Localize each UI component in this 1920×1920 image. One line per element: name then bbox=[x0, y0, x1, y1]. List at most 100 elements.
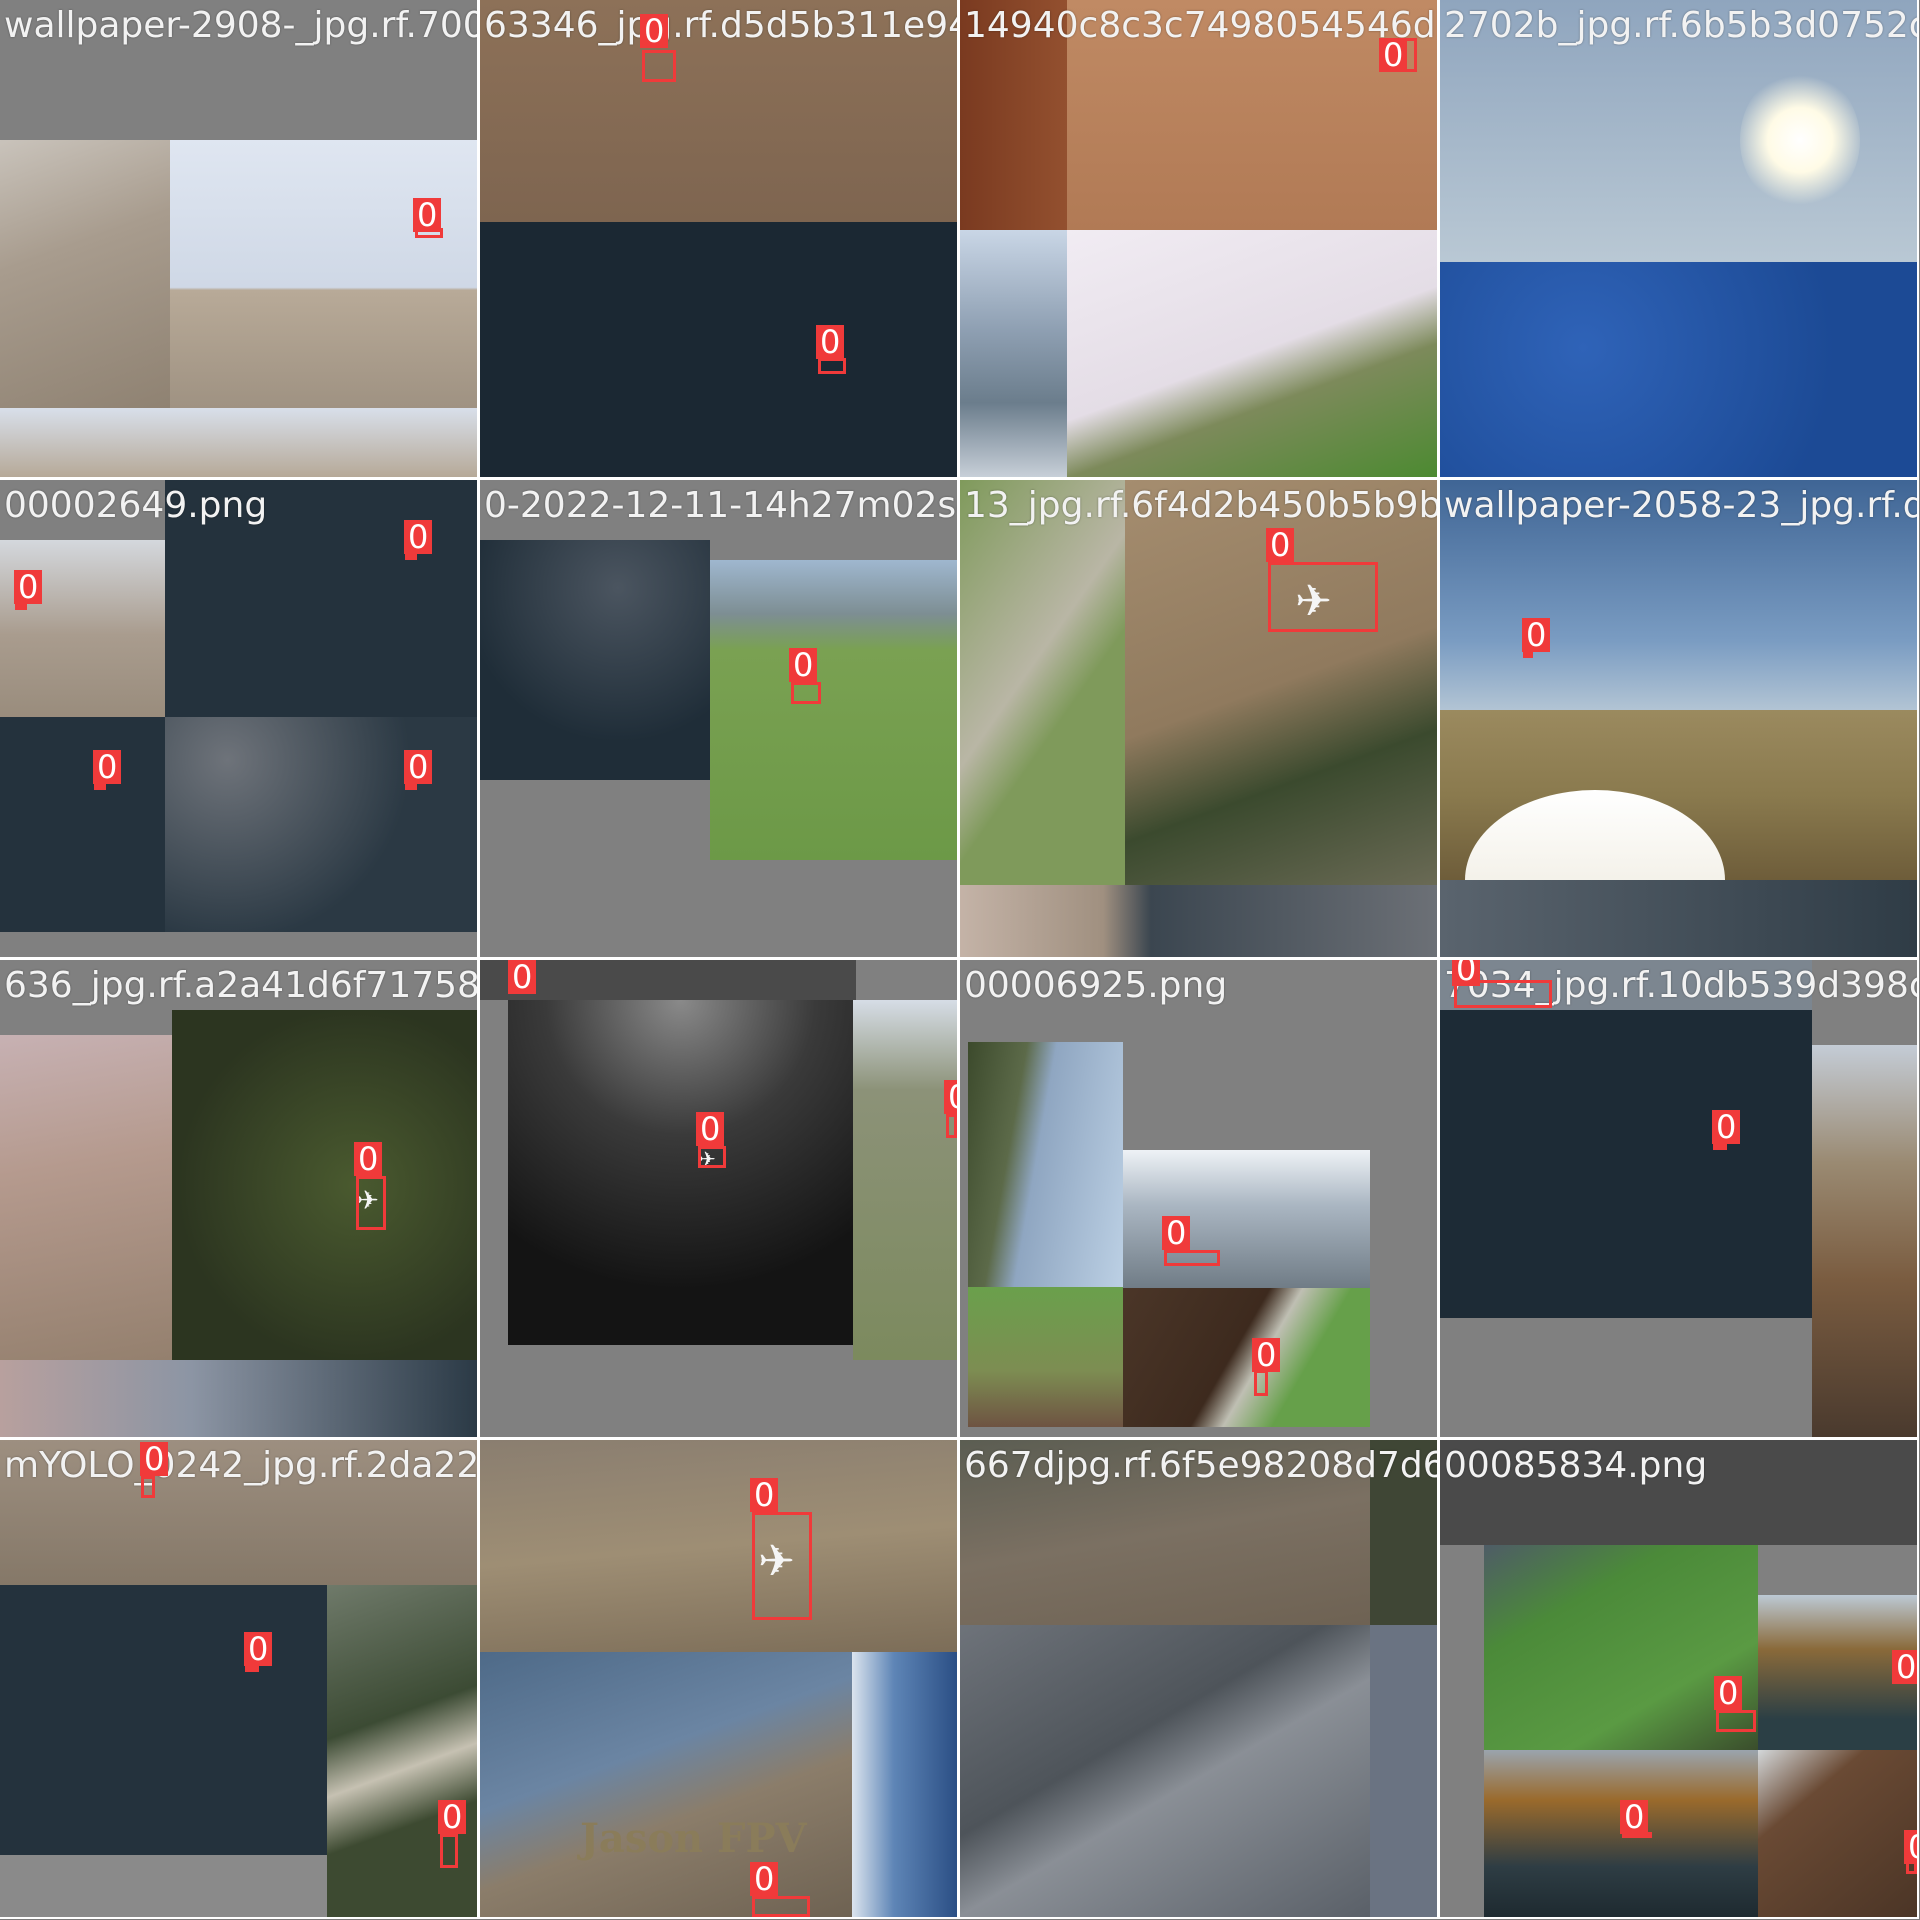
class-label: 0 bbox=[404, 750, 433, 784]
image-region bbox=[0, 408, 477, 477]
image-region bbox=[0, 1585, 327, 1855]
class-label: 0 bbox=[14, 570, 43, 604]
image-region bbox=[1440, 262, 1917, 477]
tile-r2c4: wallpaper-2058-23_jpg.rf.dbe6 0 bbox=[1438, 478, 1919, 959]
tile-r4c1: mYOLO_0242_jpg.rf.2da22d9afc62634950jpg4… bbox=[0, 1438, 479, 1919]
class-label: 0 bbox=[1714, 1676, 1743, 1710]
class-label: 0 bbox=[1892, 1650, 1917, 1684]
class-label: 0 bbox=[354, 1142, 383, 1176]
class-label: 0 bbox=[816, 325, 845, 359]
tile-title: 0-2022-12-11-14h27m02s403 bbox=[484, 485, 957, 526]
bounding-box bbox=[141, 1476, 155, 1498]
tile-r1c1: wallpaper-2908-_jpg.rf.70016834c6a3ca5f5… bbox=[0, 0, 479, 479]
tile-r3c4: 7034_jpg.rf.10db539d398c5 0 0 bbox=[1438, 958, 1919, 1439]
bounding-box bbox=[752, 1512, 812, 1620]
image-region bbox=[0, 1855, 327, 1917]
image-region bbox=[172, 1010, 477, 1360]
tile-r1c4: 2702b_jpg.rf.6b5b3d0752c07fc bbox=[1438, 0, 1919, 479]
bounding-box bbox=[698, 1146, 726, 1168]
image-region bbox=[480, 540, 710, 780]
tile-r3c1: 636_jpg.rf.a2a41d6f7175804f0ac39085da49 … bbox=[0, 958, 479, 1439]
tile-r2c2: 0-2022-12-11-14h27m02s403 0 bbox=[478, 478, 959, 959]
tile-r4c2: mYOLO_0242_jpg.rf.2da22d9afc62634950jpg4… bbox=[478, 1438, 959, 1919]
watermark: Jason FPV bbox=[580, 1815, 807, 1862]
image-region bbox=[853, 1000, 957, 1360]
class-label: 0 bbox=[1620, 1800, 1649, 1834]
mosaic-grid: wallpaper-2908-_jpg.rf.70016834c6a3ca5f5… bbox=[0, 0, 1920, 1920]
tile-title: 14940c8c3c7498054546db3a702a615_d6373d07… bbox=[964, 5, 1437, 46]
image-region bbox=[960, 230, 1067, 477]
class-label: 0 bbox=[696, 1112, 725, 1146]
tile-title: 667djpg.rf.6f5e98208d7d652908584b3c82d5 bbox=[964, 1445, 1437, 1486]
class-label: 0 bbox=[438, 1800, 467, 1834]
class-label: 0 bbox=[944, 1080, 957, 1114]
class-label: 0 bbox=[1452, 960, 1481, 986]
tile-title: 636_jpg.rf.a2a41d6f7175804f0ac39085da49 bbox=[4, 965, 477, 1006]
image-region bbox=[960, 1625, 1370, 1917]
image-region bbox=[1123, 1288, 1370, 1427]
tile-title: 00006925.png bbox=[964, 965, 1228, 1006]
image-region bbox=[1440, 1010, 1812, 1318]
tile-r4c4: 00085834.png 0 0 0 0 bbox=[1438, 1438, 1919, 1919]
image-region bbox=[1123, 1150, 1370, 1288]
class-label: 0 bbox=[413, 198, 442, 232]
bounding-box bbox=[1268, 562, 1378, 632]
bounding-box bbox=[752, 1896, 810, 1917]
image-region bbox=[1812, 1045, 1917, 1437]
class-label: 0 bbox=[140, 1442, 169, 1476]
tile-r1c2: 63346_jpg.rf.d5d5b311e9404d88ee5f0a49 0 … bbox=[478, 0, 959, 479]
image-region bbox=[480, 1440, 957, 1652]
class-label: 0 bbox=[1162, 1216, 1191, 1250]
image-region bbox=[960, 480, 1125, 885]
bounding-box bbox=[946, 1114, 957, 1138]
class-label: 0 bbox=[789, 648, 818, 682]
image-region bbox=[480, 1652, 852, 1917]
image-region bbox=[1758, 1750, 1917, 1917]
class-label: 0 bbox=[93, 750, 122, 784]
class-label: 0 bbox=[1252, 1338, 1281, 1372]
tile-r1c3: 14940c8c3c7498054546db3a702a615_d6373d07… bbox=[958, 0, 1439, 479]
class-label: 0 bbox=[1712, 1110, 1741, 1144]
class-label: 0 bbox=[1266, 528, 1295, 562]
bounding-box bbox=[440, 1834, 458, 1868]
bounding-box bbox=[791, 682, 821, 704]
class-label: 0 bbox=[640, 14, 669, 48]
tile-title: wallpaper-2908-_jpg.rf.70016834c6a3ca5f5… bbox=[4, 5, 477, 46]
bounding-box bbox=[1164, 1250, 1220, 1266]
tile-r2c3: 13_jpg.rf.6f4d2b450b5b9b64a ✈ 0 bbox=[958, 478, 1439, 959]
class-label: 0 bbox=[244, 1632, 273, 1666]
tile-title: 13_jpg.rf.6f4d2b450b5b9b64a bbox=[964, 485, 1437, 526]
image-region bbox=[960, 885, 1437, 957]
image-region bbox=[968, 1042, 1123, 1287]
image-region bbox=[968, 1287, 1123, 1427]
image-region bbox=[0, 140, 170, 408]
bounding-box bbox=[642, 50, 676, 82]
image-region bbox=[0, 717, 165, 932]
image-region bbox=[852, 1652, 957, 1917]
tile-r3c2: 636_jpg.rf.a2a41d6f7175804f0ac39085da49 … bbox=[478, 958, 959, 1439]
tile-r3c3: 00006925.png 0 0 bbox=[958, 958, 1439, 1439]
class-label: 0 bbox=[1379, 38, 1408, 72]
class-label: 0 bbox=[404, 520, 433, 554]
tile-title: wallpaper-2058-23_jpg.rf.dbe6 bbox=[1444, 485, 1917, 526]
image-region bbox=[508, 1000, 853, 1345]
image-region bbox=[480, 960, 856, 1000]
class-label: 0 bbox=[1904, 1830, 1917, 1864]
tile-title: 2702b_jpg.rf.6b5b3d0752c07fc bbox=[1444, 5, 1917, 46]
class-label: 0 bbox=[1522, 618, 1551, 652]
class-label: 0 bbox=[750, 1862, 779, 1896]
tile-title: mYOLO_0242_jpg.rf.2da22d9afc62634950jpg4… bbox=[4, 1445, 477, 1486]
image-region bbox=[1370, 1625, 1437, 1917]
sun bbox=[1740, 70, 1860, 210]
bounding-box bbox=[356, 1176, 386, 1230]
image-region bbox=[170, 140, 477, 408]
image-region bbox=[0, 1360, 477, 1437]
bounding-box bbox=[1716, 1710, 1756, 1732]
image-region bbox=[0, 1035, 172, 1360]
tile-title: 00002649.png bbox=[4, 485, 268, 526]
image-region bbox=[1067, 230, 1437, 477]
image-region bbox=[480, 222, 957, 477]
tile-r2c1: 00002649.png 0 0 0 0 bbox=[0, 478, 479, 959]
tile-r4c3: 667djpg.rf.6f5e98208d7d652908584b3c82d5 bbox=[958, 1438, 1439, 1919]
class-label: 0 bbox=[750, 1478, 779, 1512]
